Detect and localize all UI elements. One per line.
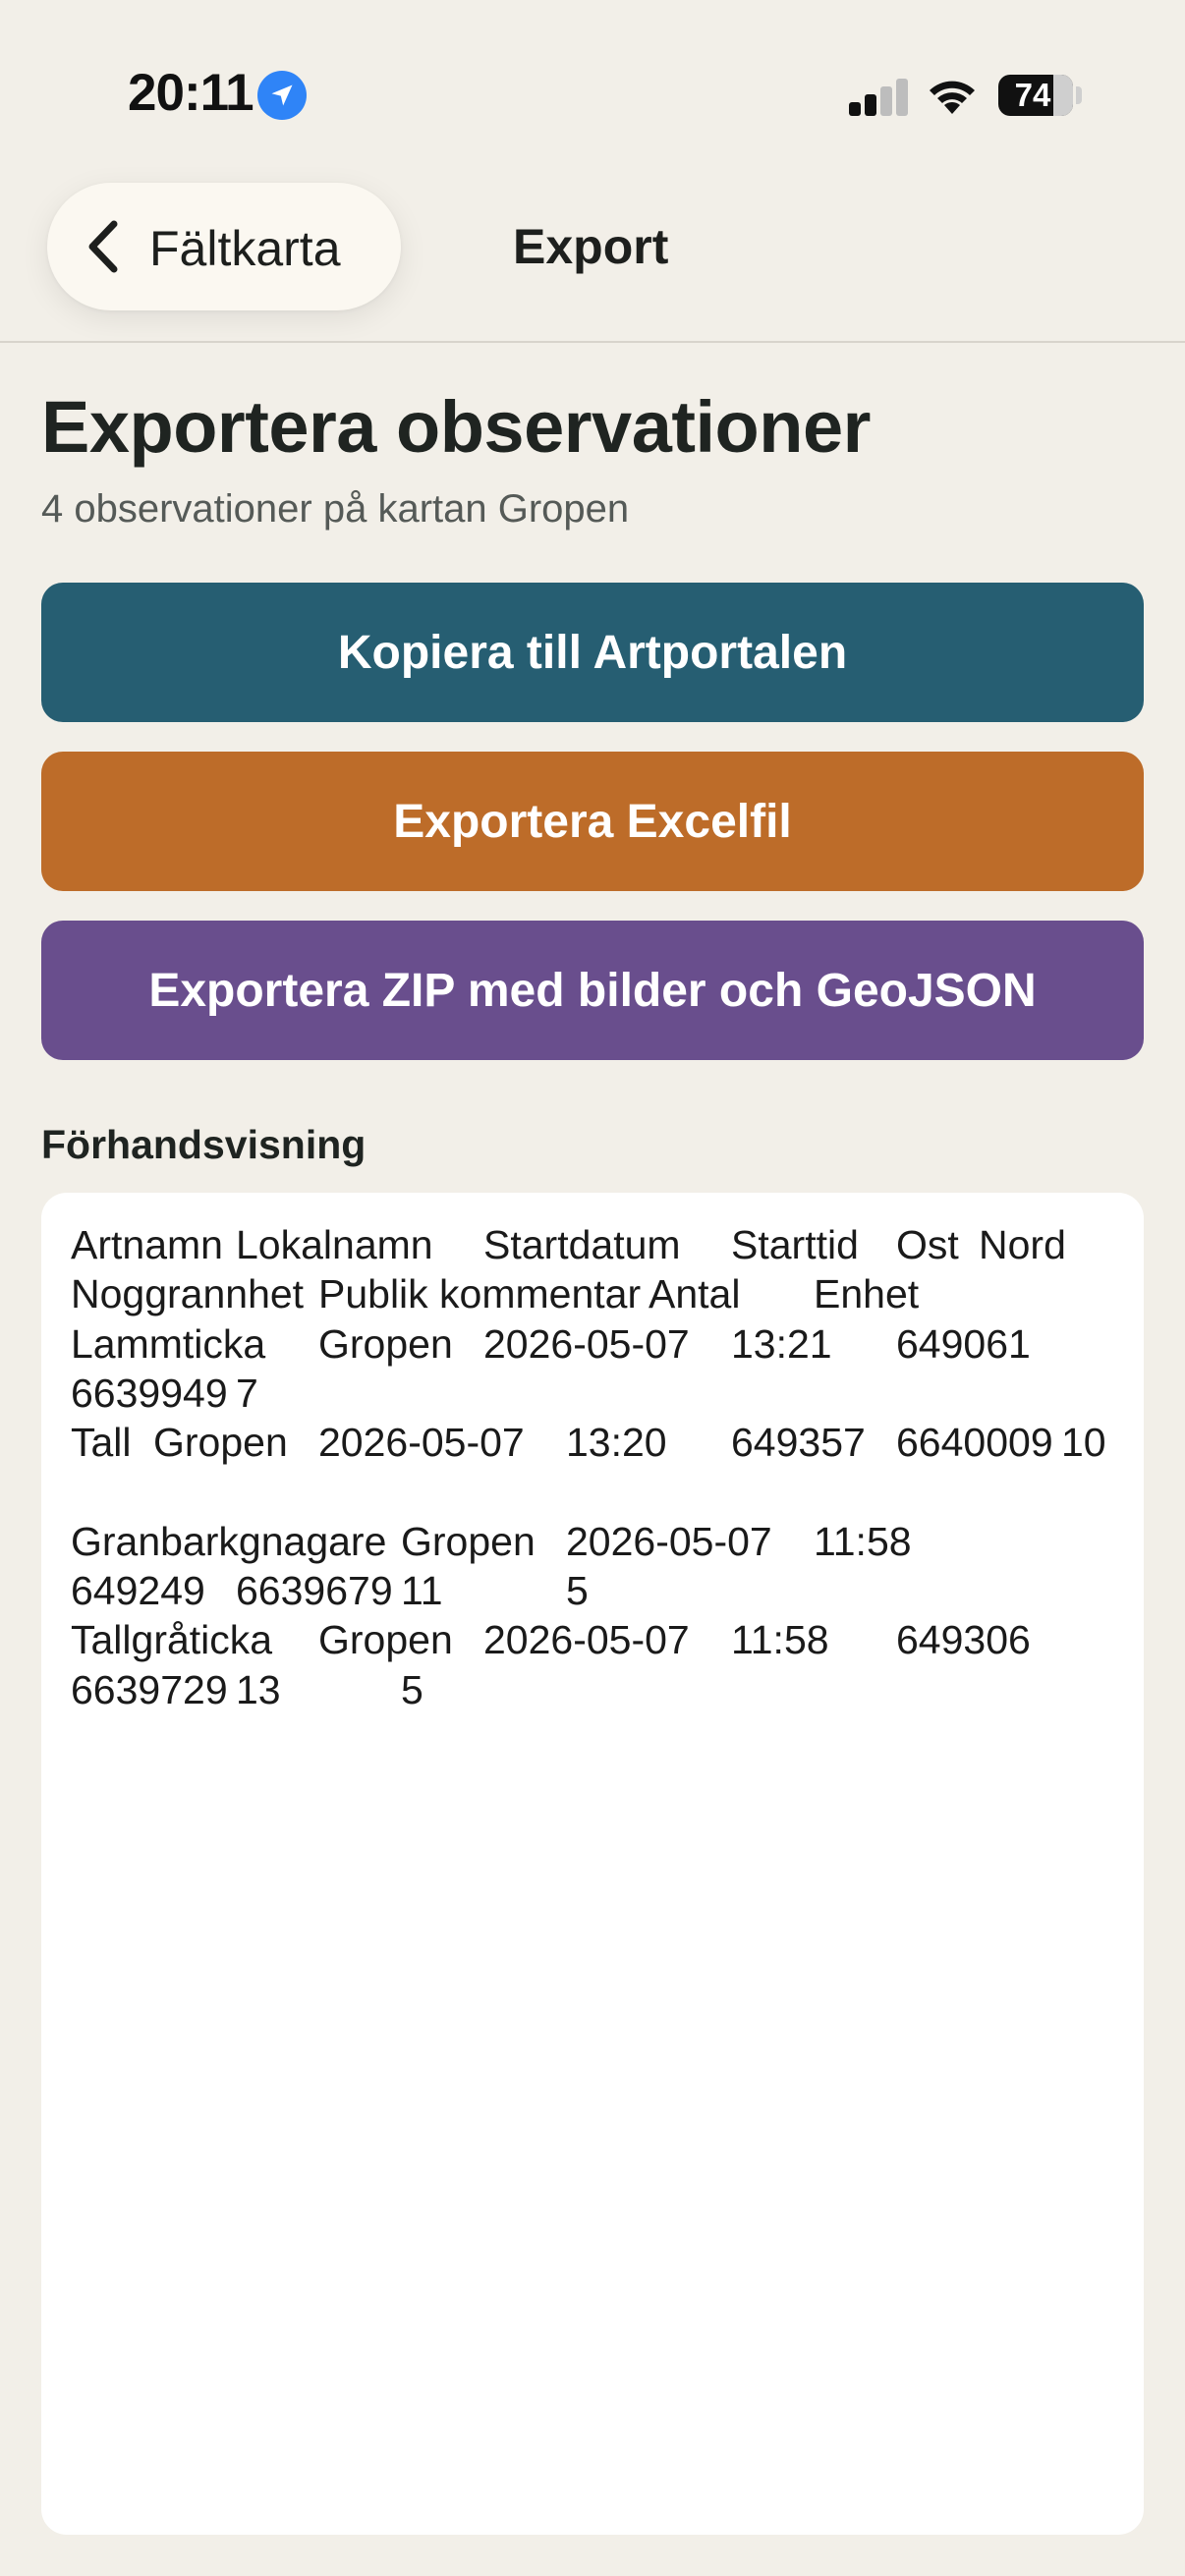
preview-cell: Noggrannhet xyxy=(71,1271,305,1317)
preview-cell: Startdatum xyxy=(483,1222,681,1267)
wifi-icon xyxy=(930,81,975,114)
preview-data-row: Tall Gropen 2026-05-07 13:20 649357 6640009 10 xyxy=(71,1418,1112,1467)
preview-cell: Gropen xyxy=(153,1420,288,1466)
cellular-signal-icon xyxy=(849,77,908,116)
preview-data-row xyxy=(71,1467,1112,1516)
preview-cell: 11:58 xyxy=(731,1617,829,1663)
preview-cell: 2026-05-07 xyxy=(483,1320,690,1367)
battery-level: 74 xyxy=(1014,77,1051,113)
preview-cell: 13:20 xyxy=(566,1420,667,1466)
preview-cell: 11:58 xyxy=(814,1518,912,1564)
preview-cell: 11 xyxy=(401,1568,443,1614)
battery-tip xyxy=(1076,86,1082,104)
preview-data-row: 6639949 7 xyxy=(71,1369,1112,1418)
preview-data-row: Lammticka Gropen 2026-05-07 13:21 649061 xyxy=(71,1319,1112,1369)
preview-cell: 6640009 xyxy=(896,1420,1053,1466)
export-excel-button[interactable]: Exportera Excelfil xyxy=(41,752,1144,891)
preview-cell: Ost xyxy=(896,1222,959,1267)
preview-cell: 5 xyxy=(401,1666,423,1712)
page-title: Exportera observationer xyxy=(41,386,871,468)
nav-divider xyxy=(0,341,1185,343)
preview-cell: 5 xyxy=(566,1568,589,1614)
page-subtitle: 4 observationer på kartan Gropen xyxy=(41,487,630,531)
preview-cell: 649357 xyxy=(731,1420,866,1466)
preview-data-row: Tallgråticka Gropen 2026-05-07 11:58 649306 xyxy=(71,1615,1112,1664)
preview-cell: Gropen xyxy=(318,1617,453,1663)
preview-cell: Nord xyxy=(979,1222,1066,1267)
preview-header-row: Noggrannhet Publik kommentar Antal Enhet xyxy=(71,1269,1112,1318)
preview-cell: Granbarkgnagare xyxy=(71,1518,387,1564)
preview-data-row: Granbarkgnagare Gropen 2026-05-07 11:58 xyxy=(71,1517,1112,1566)
preview-data-row: 649249 6639679 11 5 xyxy=(71,1566,1112,1615)
preview-cell: Enhet xyxy=(814,1271,920,1317)
preview-cell: 6639949 xyxy=(71,1370,228,1416)
battery-icon: 74 xyxy=(998,75,1073,116)
preview-cell: Gropen xyxy=(318,1320,453,1367)
preview-cell: 6639679 xyxy=(236,1568,393,1614)
preview-cell: Antal xyxy=(649,1271,741,1317)
preview-cell: Gropen xyxy=(401,1518,536,1564)
chevron-left-icon xyxy=(88,220,118,273)
preview-cell: Publik kommentar xyxy=(318,1271,642,1317)
preview-cell: 2026-05-07 xyxy=(566,1518,772,1564)
preview-heading: Förhandsvisning xyxy=(41,1122,367,1167)
back-button-label: Fältkarta xyxy=(149,221,341,276)
preview-cell: Starttid xyxy=(731,1222,859,1267)
preview-data-row: 6639729 13 5 xyxy=(71,1665,1112,1714)
status-time: 20:11 xyxy=(128,64,254,122)
preview-cell: Artnamn xyxy=(71,1222,223,1267)
copy-to-artportalen-button[interactable]: Kopiera till Artportalen xyxy=(41,583,1144,722)
preview-cell: 6639729 xyxy=(71,1666,228,1712)
preview-cell: 649061 xyxy=(896,1320,1031,1367)
preview-cell: Lammticka xyxy=(71,1320,266,1367)
back-button[interactable]: Fältkarta xyxy=(47,183,401,310)
preview-cell: 649249 xyxy=(71,1568,205,1614)
export-zip-button[interactable]: Exportera ZIP med bilder och GeoJSON xyxy=(41,921,1144,1060)
preview-cell: 2026-05-07 xyxy=(318,1420,525,1466)
preview-cell: 10 xyxy=(1061,1420,1106,1466)
preview-cell: Tall xyxy=(71,1420,132,1466)
preview-text: Artnamn Lokalnamn Startdatum Starttid Ost Nor… xyxy=(71,1220,1112,1714)
preview-cell: Lokalnamn xyxy=(236,1222,433,1267)
preview-header-row: Artnamn Lokalnamn Startdatum Starttid Ost Nor… xyxy=(71,1220,1112,1269)
nav-title: Export xyxy=(513,219,669,274)
preview-cell: 7 xyxy=(236,1370,258,1416)
preview-cell: 649306 xyxy=(896,1617,1031,1663)
preview-cell: 13 xyxy=(236,1666,281,1712)
preview-cell: Tallgråticka xyxy=(71,1617,273,1663)
preview-panel[interactable]: Artnamn Lokalnamn Startdatum Starttid Ost Nor… xyxy=(41,1193,1144,2535)
status-bar: 20:11 74 xyxy=(0,0,1185,187)
preview-cell: 13:21 xyxy=(731,1320,832,1367)
preview-cell: 2026-05-07 xyxy=(483,1617,690,1663)
location-arrow-icon xyxy=(257,71,307,120)
